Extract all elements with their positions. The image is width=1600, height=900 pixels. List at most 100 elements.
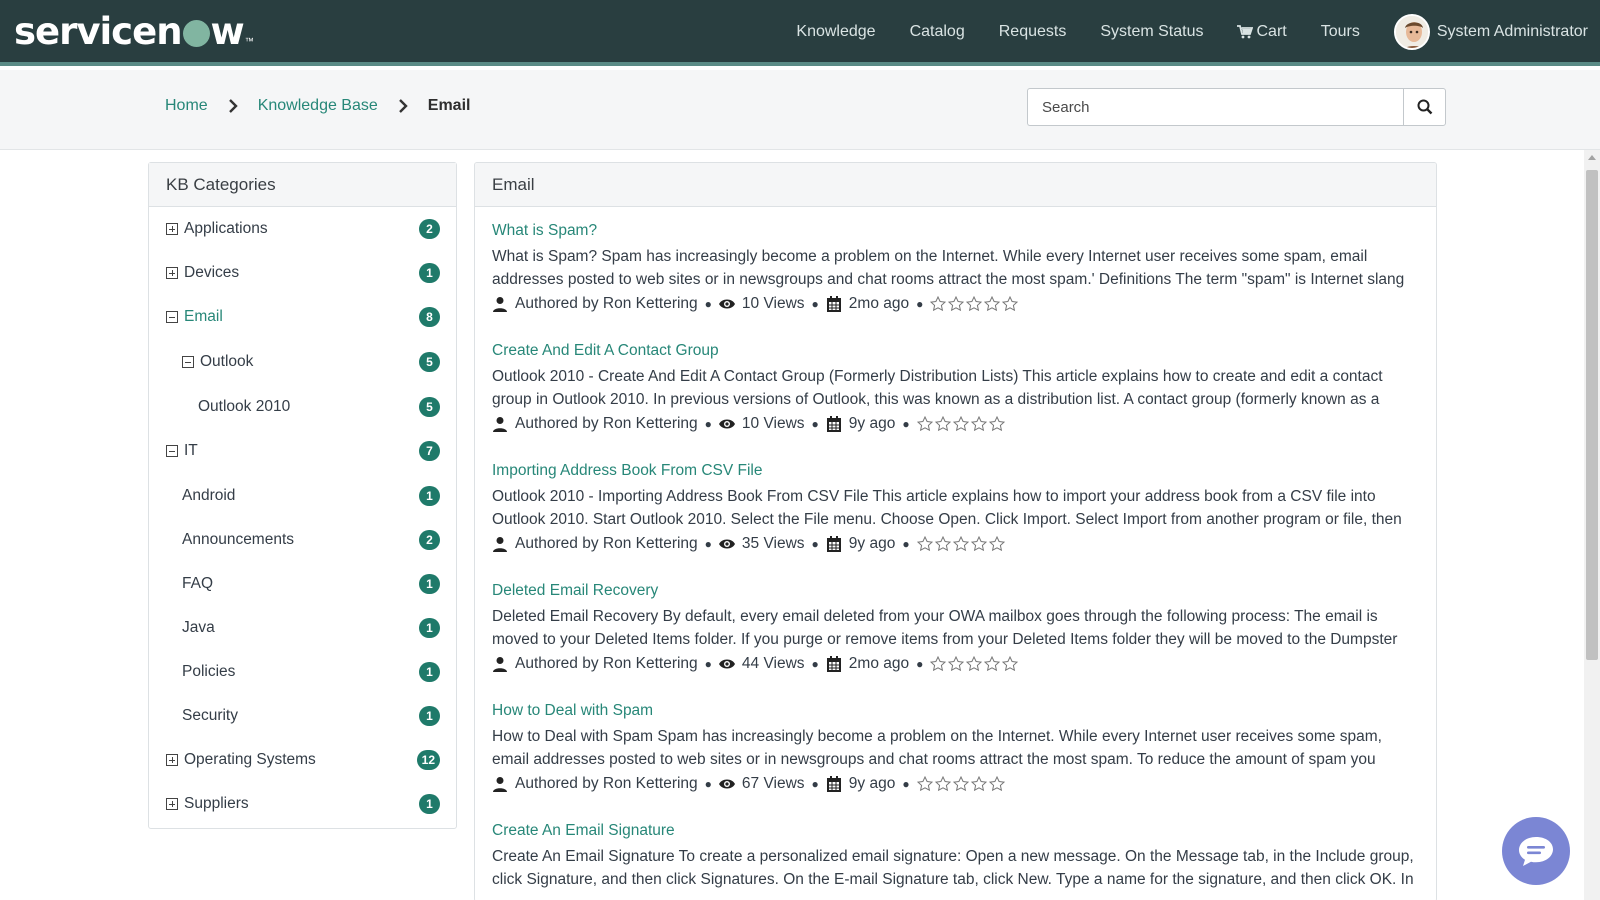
scrollbar-thumb[interactable] (1586, 170, 1598, 660)
count-badge: 1 (419, 486, 440, 506)
breadcrumb-knowledge-base[interactable]: Knowledge Base (258, 97, 378, 115)
scroll-up-arrow[interactable] (1588, 155, 1596, 160)
search-input[interactable] (1027, 88, 1403, 126)
star-rating[interactable] (916, 536, 1007, 552)
calendar-icon (826, 416, 841, 432)
user-menu[interactable]: System Administrator (1393, 14, 1588, 50)
chat-button[interactable] (1502, 817, 1570, 885)
collapse-icon[interactable] (166, 311, 178, 323)
eye-icon (718, 659, 735, 669)
category-operating-systems[interactable]: Operating Systems 12 (149, 745, 456, 775)
category-outlook[interactable]: Outlook 5 (149, 347, 456, 377)
star-icon (970, 416, 987, 432)
chevron-right-icon (398, 99, 408, 113)
expand-icon[interactable] (166, 267, 178, 279)
article-author: Authored by Ron Kettering (515, 415, 698, 432)
category-email[interactable]: Email 8 (149, 302, 456, 332)
star-icon (970, 776, 987, 792)
star-icon (966, 296, 983, 312)
search-button[interactable] (1403, 88, 1446, 126)
expand-icon[interactable] (166, 754, 178, 766)
category-label: FAQ (182, 575, 214, 592)
logo-text-start: servicen (14, 10, 183, 53)
collapse-icon[interactable] (182, 356, 194, 368)
category-applications[interactable]: Applications 2 (149, 214, 456, 244)
expand-icon[interactable] (166, 798, 178, 810)
star-rating[interactable] (930, 296, 1020, 312)
category-java[interactable]: Java 1 (149, 613, 456, 643)
article-title-link[interactable]: What is Spam? (492, 222, 1422, 240)
category-label: Security (182, 707, 238, 724)
star-rating[interactable] (916, 776, 1007, 792)
star-icon (916, 776, 933, 792)
breadcrumb-home[interactable]: Home (165, 97, 208, 115)
star-icon (1002, 296, 1019, 312)
star-icon (970, 536, 987, 552)
user-icon (493, 657, 507, 672)
category-announcements[interactable]: Announcements 2 (149, 525, 456, 555)
chevron-right-icon (228, 99, 238, 113)
star-rating[interactable] (916, 416, 1007, 432)
star-rating[interactable] (930, 656, 1020, 672)
article-snippet: How to Deal with Spam Spam has increasin… (492, 728, 1382, 768)
nav-system-status[interactable]: System Status (1100, 23, 1203, 41)
logo-o-mark (182, 20, 210, 47)
count-badge: 5 (419, 397, 440, 417)
category-suppliers[interactable]: Suppliers 1 (149, 789, 456, 819)
article-age: 9y ago (848, 415, 896, 432)
top-navbar: servicen w ™ Knowledge Catalog Requests … (0, 0, 1600, 66)
article-title-link[interactable]: Importing Address Book From CSV File (492, 462, 1422, 480)
separator-dot: ● (811, 537, 819, 551)
count-badge: 1 (419, 574, 440, 594)
star-icon (934, 536, 951, 552)
article-author: Authored by Ron Kettering (515, 295, 698, 312)
article-meta: Authored by Ron Kettering ● 44 Views ● 2… (492, 653, 1422, 675)
star-icon (930, 296, 947, 312)
category-android[interactable]: Android 1 (149, 481, 456, 511)
article-snippet: Outlook 2010 - Importing Address Book Fr… (492, 488, 1402, 528)
category-label: Outlook 2010 (198, 398, 291, 415)
collapse-icon[interactable] (166, 445, 178, 457)
breadcrumb-bar: Home Knowledge Base Email (0, 70, 1600, 150)
category-label: Android (182, 487, 236, 504)
separator-dot: ● (902, 777, 910, 791)
nav-catalog[interactable]: Catalog (910, 23, 965, 41)
calendar-icon (826, 776, 841, 792)
article-title-link[interactable]: Deleted Email Recovery (492, 582, 1422, 600)
servicenow-logo[interactable]: servicen w ™ (14, 8, 254, 56)
calendar-icon (826, 296, 841, 312)
nav-cart[interactable]: Cart (1237, 23, 1287, 41)
chat-bubble-icon (1519, 837, 1553, 866)
article-list-panel: Email What is Spam? What is Spam? Spam h… (474, 162, 1437, 900)
expand-icon[interactable] (166, 223, 178, 235)
separator-dot: ● (704, 537, 712, 551)
category-faq[interactable]: FAQ 1 (149, 569, 456, 599)
separator-dot: ● (704, 417, 712, 431)
category-it[interactable]: IT 7 (149, 436, 456, 466)
article-title-link[interactable]: Create An Email Signature (492, 822, 1422, 840)
user-icon (493, 417, 507, 432)
nav-tours[interactable]: Tours (1321, 23, 1360, 41)
nav-knowledge[interactable]: Knowledge (796, 23, 875, 41)
category-label: Policies (182, 663, 236, 680)
cart-icon (1237, 25, 1254, 39)
category-policies[interactable]: Policies 1 (149, 657, 456, 687)
count-badge: 7 (419, 441, 440, 461)
article-title-link[interactable]: Create And Edit A Contact Group (492, 342, 1422, 360)
category-devices[interactable]: Devices 1 (149, 258, 456, 288)
calendar-icon (826, 656, 841, 672)
article-item: Importing Address Book From CSV File Out… (492, 462, 1422, 555)
count-badge: 1 (419, 794, 440, 814)
count-badge: 5 (419, 352, 440, 372)
nav-requests[interactable]: Requests (999, 23, 1067, 41)
user-name: System Administrator (1436, 23, 1588, 40)
article-meta: Authored by Ron Kettering ● 10 Views ● 9… (492, 413, 1422, 435)
page-scrollbar[interactable] (1584, 150, 1600, 900)
category-outlook-2010[interactable]: Outlook 2010 5 (149, 392, 456, 422)
star-icon (984, 296, 1001, 312)
article-item: How to Deal with Spam How to Deal with S… (492, 702, 1422, 795)
article-title-link[interactable]: How to Deal with Spam (492, 702, 1422, 720)
star-icon (984, 656, 1001, 672)
category-security[interactable]: Security 1 (149, 701, 456, 731)
eye-icon (718, 539, 735, 549)
